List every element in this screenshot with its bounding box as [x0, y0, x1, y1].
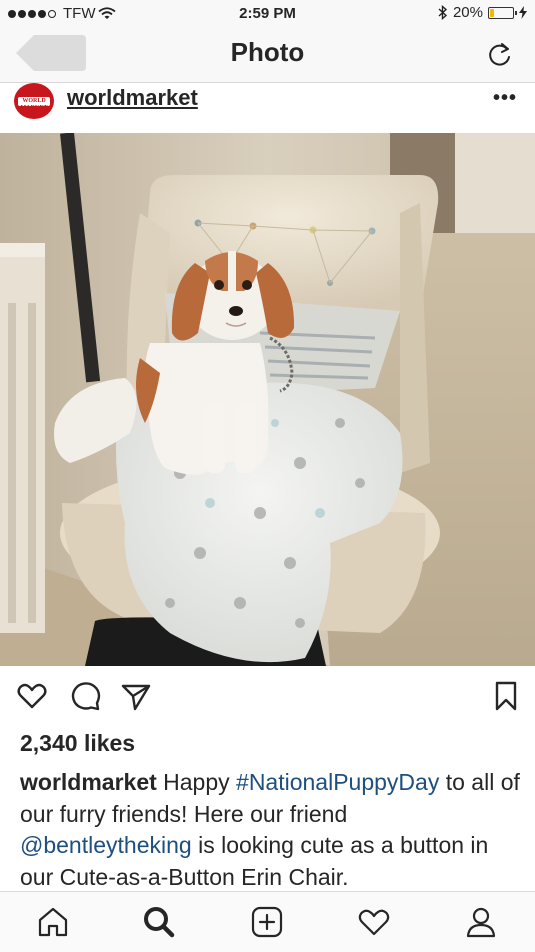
post-photo[interactable]: [0, 133, 535, 666]
avatar[interactable]: WORLD MARKET: [14, 83, 54, 119]
bluetooth-icon: [438, 5, 448, 20]
activity-heart-icon[interactable]: [357, 905, 391, 939]
navigation-bar: Photo: [0, 26, 535, 83]
caption-hashtag[interactable]: #NationalPuppyDay: [236, 769, 439, 795]
likes-count[interactable]: 2,340 likes: [20, 730, 135, 757]
like-button[interactable]: [16, 680, 48, 712]
caption-mention[interactable]: @bentleytheking: [20, 832, 192, 858]
charging-icon: [519, 6, 527, 19]
search-icon[interactable]: [142, 905, 176, 939]
share-button[interactable]: [120, 680, 152, 712]
caption-username[interactable]: worldmarket: [20, 769, 157, 795]
caption-text-before: Happy: [163, 769, 230, 795]
page-title: Photo: [230, 37, 305, 67]
tab-bar: [0, 891, 535, 952]
home-icon[interactable]: [36, 905, 70, 939]
photo-illustration: [0, 133, 535, 666]
battery-percent: 20%: [452, 4, 483, 21]
battery-icon: [488, 6, 517, 19]
more-options-icon[interactable]: •••: [493, 87, 517, 110]
battery-area: 20%: [438, 4, 527, 21]
status-bar: TFW 2:59 PM 20%: [0, 0, 535, 26]
post-actions: [0, 676, 535, 720]
post-username[interactable]: worldmarket: [67, 85, 198, 111]
post-caption: worldmarket Happy #NationalPuppyDay to a…: [20, 767, 520, 893]
avatar-logo: WORLD MARKET: [20, 98, 48, 111]
post-header: WORLD MARKET worldmarket •••: [0, 83, 535, 131]
bookmark-button[interactable]: [490, 680, 522, 712]
refresh-icon[interactable]: [485, 40, 515, 70]
profile-icon[interactable]: [464, 905, 498, 939]
comment-button[interactable]: [70, 680, 102, 712]
add-post-icon[interactable]: [250, 905, 284, 939]
